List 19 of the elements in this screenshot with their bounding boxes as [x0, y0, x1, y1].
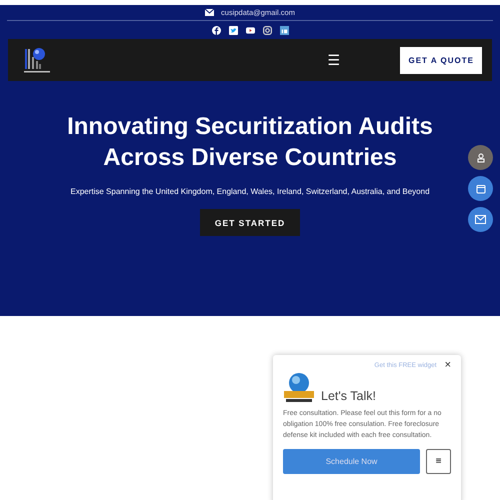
- close-button[interactable]: ×: [444, 360, 451, 371]
- mail-icon: [475, 215, 486, 224]
- widget-heading: Let's Talk!: [321, 389, 376, 403]
- get-started-button[interactable]: GET STARTED: [200, 209, 300, 236]
- get-a-quote-button[interactable]: GET A QUOTE: [400, 46, 482, 74]
- youtube-icon[interactable]: [246, 26, 254, 34]
- menu-button[interactable]: ≡: [426, 449, 451, 474]
- globe-logo-icon: [283, 371, 315, 403]
- facebook-icon[interactable]: [212, 26, 220, 34]
- hero-subtitle: Expertise Spanning the United Kingdom, England, Wales, Ireland, Switzerland, Australia, and Beyond: [70, 187, 430, 196]
- person-icon: [476, 152, 486, 162]
- instagram-icon[interactable]: [262, 26, 272, 34]
- menu-icon[interactable]: ☰: [327, 52, 340, 68]
- mail-icon: [205, 8, 214, 16]
- twitter-icon[interactable]: [228, 26, 238, 34]
- linkedin-icon[interactable]: [280, 26, 288, 34]
- calendar-icon: [476, 184, 486, 194]
- logo-drawing[interactable]: [24, 47, 50, 73]
- hero-title: Innovating Securitization Audits Across Diverse Countries: [66, 112, 434, 173]
